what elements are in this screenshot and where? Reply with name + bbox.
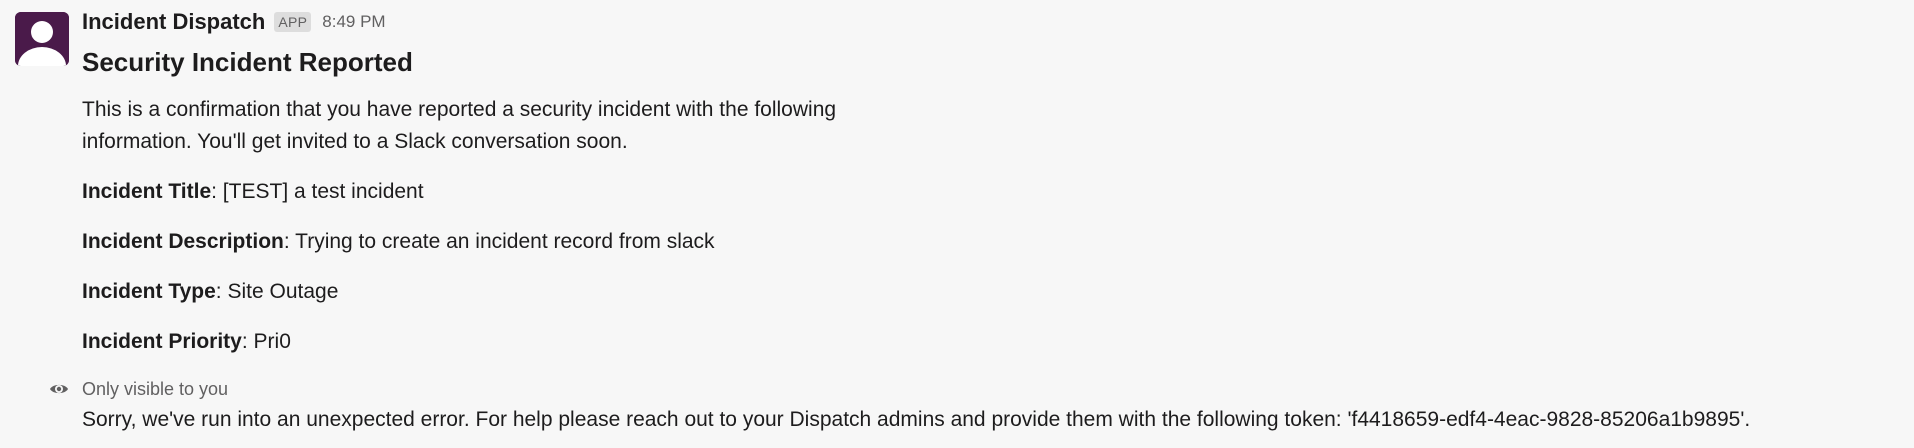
field-label: Incident Priority (82, 330, 242, 353)
confirmation-line-2: information. You'll get invited to a Sla… (82, 130, 628, 153)
field-label: Incident Title (82, 180, 212, 203)
field-incident-priority: Incident Priority: Pri0 (82, 326, 1882, 358)
sender-name[interactable]: Incident Dispatch (82, 9, 265, 35)
message: Incident Dispatch APP 8:49 PM Security I… (0, 0, 1914, 448)
field-label: Incident Description (82, 230, 284, 253)
field-incident-title: Incident Title: [TEST] a test incident (82, 176, 1882, 208)
visibility-note-text: Only visible to you (82, 378, 229, 399)
message-body: Security Incident Reported This is a con… (82, 44, 1882, 358)
confirmation-text: This is a confirmation that you have rep… (82, 94, 942, 158)
visibility-note: Only visible to you (48, 376, 228, 402)
field-label: Incident Type (82, 280, 216, 303)
default-user-avatar-icon (15, 12, 69, 66)
field-incident-description: Incident Description: Trying to create a… (82, 226, 1882, 258)
field-incident-type: Incident Type: Site Outage (82, 276, 1882, 308)
eye-icon (48, 378, 70, 400)
field-value: : Pri0 (241, 330, 291, 353)
avatar[interactable] (15, 12, 69, 66)
confirmation-line-1: This is a confirmation that you have rep… (82, 98, 837, 121)
message-header: Incident Dispatch APP 8:49 PM (82, 8, 386, 36)
field-value: : [TEST] a test incident (211, 180, 424, 203)
app-badge: APP (274, 12, 312, 32)
field-value: : Site Outage (215, 280, 339, 303)
message-timestamp[interactable]: 8:49 PM (322, 12, 385, 32)
field-value: : Trying to create an incident record fr… (283, 230, 715, 253)
error-message: Sorry, we've run into an unexpected erro… (82, 408, 1751, 431)
message-title: Security Incident Reported (82, 47, 413, 77)
